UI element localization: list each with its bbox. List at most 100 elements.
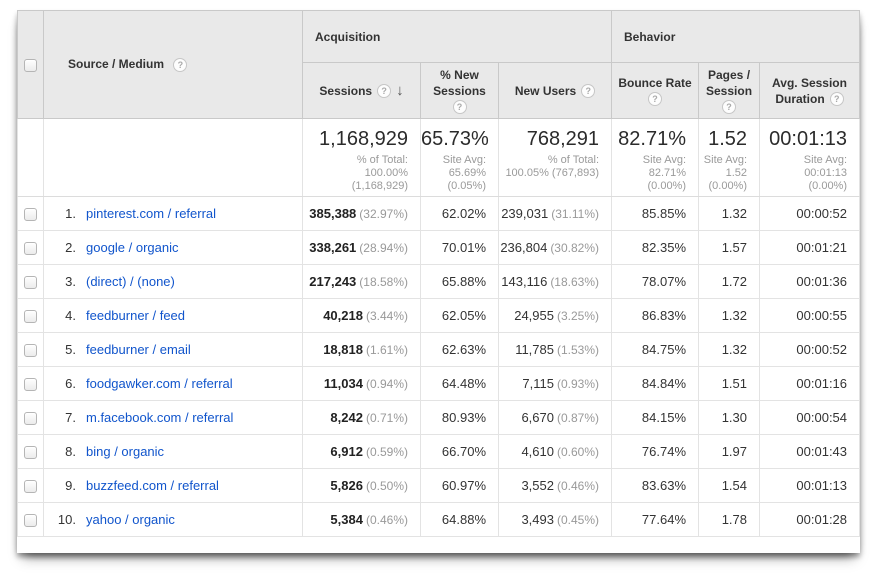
table-row: 2.google / organic 338,261(28.94%) 70.01… xyxy=(18,231,860,265)
pages-session-cell: 1.32 xyxy=(699,197,760,231)
sessions-total-sub: 100.00% xyxy=(303,167,408,180)
help-icon[interactable]: ? xyxy=(377,84,391,98)
source-cell: 2.google / organic xyxy=(44,231,303,265)
row-checkbox[interactable] xyxy=(24,480,37,493)
pages-session-cell: 1.32 xyxy=(699,299,760,333)
pct-new-sessions-cell: 64.48% xyxy=(421,367,499,401)
sessions-label: Sessions xyxy=(319,84,372,98)
avg-session-duration-label-line1: Avg. Session xyxy=(772,76,847,90)
help-icon[interactable]: ? xyxy=(453,100,467,114)
pct-new-sessions-cell: 64.88% xyxy=(421,503,499,537)
source-medium-link[interactable]: feedburner / feed xyxy=(86,308,185,323)
row-checkbox[interactable] xyxy=(24,412,37,425)
column-header-bounce-rate[interactable]: Bounce Rate ? xyxy=(612,63,699,119)
source-medium-link[interactable]: m.facebook.com / referral xyxy=(86,410,233,425)
source-cell: 6.foodgawker.com / referral xyxy=(44,367,303,401)
column-header-avg-session-duration[interactable]: Avg. Session Duration ? xyxy=(760,63,860,119)
row-checkbox[interactable] xyxy=(24,514,37,527)
pct-new-sessions-cell: 62.63% xyxy=(421,333,499,367)
summary-sessions-cell: 1,168,929 % of Total: 100.00% (1,168,929… xyxy=(303,119,421,197)
column-header-pct-new-sessions[interactable]: % New Sessions ? xyxy=(421,63,499,119)
avg-session-duration-cell: 00:01:16 xyxy=(760,367,860,401)
table-row: 7.m.facebook.com / referral 8,242(0.71%)… xyxy=(18,401,860,435)
row-checkbox[interactable] xyxy=(24,276,37,289)
new-users-cell: 7,115(0.93%) xyxy=(499,367,612,401)
help-icon[interactable]: ? xyxy=(830,92,844,106)
bounce-rate-cell: 84.75% xyxy=(612,333,699,367)
help-icon[interactable]: ? xyxy=(648,92,662,106)
table-row: 5. feedburner / email 18,818(1.61%) 62.63… xyxy=(18,333,860,367)
summary-avg-session-duration-cell: 00:01:13 Site Avg: 00:01:13 (0.00%) xyxy=(760,119,860,197)
pct-new-sessions-total-sub: Site Avg: xyxy=(421,154,486,167)
new-users-cell: 143,116(18.63%) xyxy=(499,265,612,299)
bounce-rate-cell: 78.07% xyxy=(612,265,699,299)
column-header-pages-session[interactable]: Pages / Session ? xyxy=(699,63,760,119)
source-medium-link[interactable]: foodgawker.com / referral xyxy=(86,376,233,391)
help-icon[interactable]: ? xyxy=(581,84,595,98)
avg-session-duration-total: 00:01:13 xyxy=(760,128,847,150)
sessions-cell: 6,912(0.59%) xyxy=(303,435,421,469)
checkbox-cell xyxy=(18,231,44,265)
source-medium-link[interactable]: feedburner / email xyxy=(86,342,191,357)
pages-session-cell: 1.78 xyxy=(699,503,760,537)
pages-session-cell: 1.57 xyxy=(699,231,760,265)
source-medium-link[interactable]: yahoo / organic xyxy=(86,512,175,527)
row-rank: 5. xyxy=(50,342,76,357)
bounce-rate-label: Bounce Rate xyxy=(618,76,691,90)
sessions-cell: 217,243(18.58%) xyxy=(303,265,421,299)
pages-session-total-sub: Site Avg: xyxy=(699,154,747,167)
help-icon[interactable]: ? xyxy=(722,100,736,114)
avg-session-duration-cell: 00:01:13 xyxy=(760,469,860,503)
avg-session-duration-cell: 00:00:52 xyxy=(760,197,860,231)
column-header-source-medium[interactable]: Source / Medium ? xyxy=(44,11,303,119)
source-cell: 1.pinterest.com / referral xyxy=(44,197,303,231)
pct-new-sessions-cell: 60.97% xyxy=(421,469,499,503)
sessions-cell: 5,826(0.50%) xyxy=(303,469,421,503)
bounce-rate-cell: 86.83% xyxy=(612,299,699,333)
column-header-new-users[interactable]: New Users ? xyxy=(499,63,612,119)
new-users-cell: 6,670(0.87%) xyxy=(499,401,612,435)
source-cell: 7.m.facebook.com / referral xyxy=(44,401,303,435)
select-all-header-cell xyxy=(18,11,44,119)
row-checkbox[interactable] xyxy=(24,208,37,221)
new-users-cell: 11,785(1.53%) xyxy=(499,333,612,367)
new-users-label: New Users xyxy=(515,84,576,98)
sessions-cell: 338,261(28.94%) xyxy=(303,231,421,265)
avg-session-duration-cell: 00:00:52 xyxy=(760,333,860,367)
pages-session-cell: 1.32 xyxy=(699,333,760,367)
sessions-cell: 18,818(1.61%) xyxy=(303,333,421,367)
column-header-sessions[interactable]: Sessions ? ↓ xyxy=(303,63,421,119)
pages-session-total-sub: (0.00%) xyxy=(699,180,747,193)
source-medium-link[interactable]: bing / organic xyxy=(86,444,164,459)
row-checkbox[interactable] xyxy=(24,242,37,255)
sessions-cell: 8,242(0.71%) xyxy=(303,401,421,435)
source-medium-link[interactable]: pinterest.com / referral xyxy=(86,206,216,221)
sessions-total-sub: (1,168,929) xyxy=(303,180,408,193)
row-rank: 8. xyxy=(50,444,76,459)
row-checkbox[interactable] xyxy=(24,446,37,459)
row-rank: 4. xyxy=(50,308,76,323)
checkbox-cell xyxy=(18,197,44,231)
pages-session-cell: 1.51 xyxy=(699,367,760,401)
sessions-cell: 5,384(0.46%) xyxy=(303,503,421,537)
row-checkbox[interactable] xyxy=(24,378,37,391)
pct-new-sessions-total-sub: (0.05%) xyxy=(421,180,486,193)
source-medium-link[interactable]: buzzfeed.com / referral xyxy=(86,478,219,493)
source-medium-link[interactable]: (direct) / (none) xyxy=(86,274,175,289)
source-cell: 8. bing / organic xyxy=(44,435,303,469)
new-users-cell: 4,610(0.60%) xyxy=(499,435,612,469)
select-all-checkbox[interactable] xyxy=(24,59,37,72)
group-header-behavior: Behavior xyxy=(612,11,860,63)
sort-desc-icon[interactable]: ↓ xyxy=(396,82,404,99)
table-row: 4.feedburner / feed 40,218(3.44%) 62.05%… xyxy=(18,299,860,333)
row-checkbox[interactable] xyxy=(24,344,37,357)
sessions-total-sub: % of Total: xyxy=(303,154,408,167)
help-icon[interactable]: ? xyxy=(173,58,187,72)
new-users-total-sub: % of Total: xyxy=(499,154,599,167)
avg-session-duration-cell: 00:01:36 xyxy=(760,265,860,299)
table-row: 10.yahoo / organic 5,384(0.46%) 64.88% 3… xyxy=(18,503,860,537)
source-medium-link[interactable]: google / organic xyxy=(86,240,179,255)
table-row: 3.(direct) / (none) 217,243(18.58%) 65.8… xyxy=(18,265,860,299)
row-checkbox[interactable] xyxy=(24,310,37,323)
avg-session-duration-total-sub: Site Avg: xyxy=(760,154,847,167)
